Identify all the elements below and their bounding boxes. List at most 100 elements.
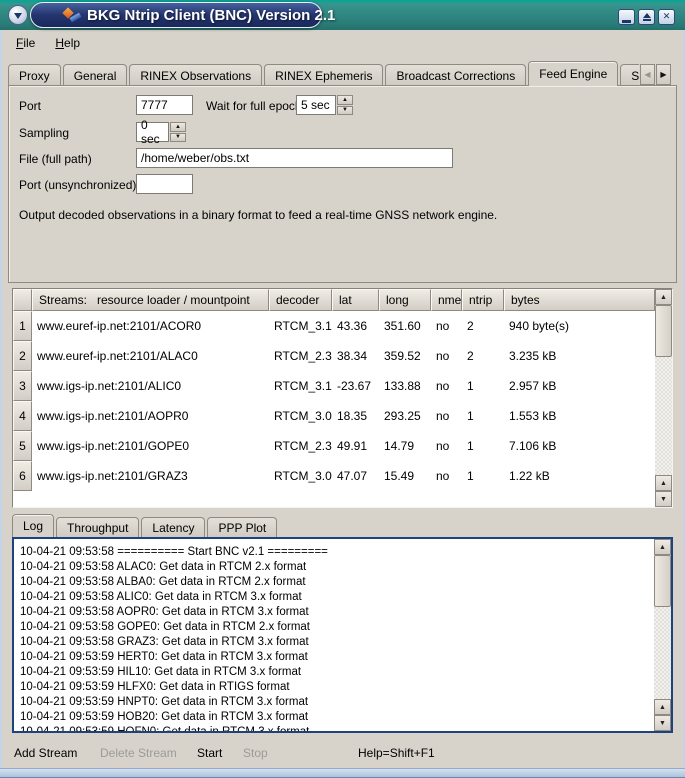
tab-scroll-right-button[interactable]: ▶: [656, 64, 671, 85]
column-header[interactable]: long: [379, 289, 431, 311]
log-tab-throughput[interactable]: Throughput: [56, 517, 139, 537]
table-row[interactable]: 1www.euref-ip.net:2101/ACOR0RTCM_3.143.3…: [13, 311, 655, 341]
scrollbar-track[interactable]: [655, 357, 672, 475]
tab-broadcast-corrections[interactable]: Broadcast Corrections: [385, 64, 526, 86]
table-corner-button[interactable]: [13, 289, 32, 311]
log-line: 10-04-21 09:53:59 HOFN0: Get data in RTC…: [20, 725, 654, 731]
feed-engine-panel: Port Wait for full epoch 5 sec ▲ ▼ Sampl…: [8, 85, 677, 283]
chevron-left-icon: ◀: [644, 70, 650, 79]
scrollbar-track[interactable]: [654, 607, 671, 699]
log-tab-latency[interactable]: Latency: [141, 517, 205, 537]
wait-epoch-label: Wait for full epoch: [206, 99, 302, 113]
streams-table: Streams: resource loader / mountpointdec…: [12, 288, 673, 508]
scroll-up-button[interactable]: ▲: [655, 289, 672, 305]
cell-lat: 49.91: [332, 431, 379, 461]
scroll-up-button-bottom[interactable]: ▲: [655, 475, 672, 491]
log-line: 10-04-21 09:53:59 HNPT0: Get data in RTC…: [20, 695, 654, 710]
port-input[interactable]: [136, 95, 193, 115]
wait-epoch-spin-down-button[interactable]: ▼: [337, 106, 353, 116]
cell-long: 14.79: [379, 431, 431, 461]
menu-item-file[interactable]: File: [12, 34, 39, 52]
cell-mountpoint: www.igs-ip.net:2101/AOPR0: [32, 401, 269, 431]
stop-button[interactable]: Stop: [243, 746, 268, 760]
cell-long: 359.52: [379, 341, 431, 371]
cell-decoder: RTCM_3.1: [269, 371, 332, 401]
column-header[interactable]: Streams: resource loader / mountpoint: [32, 289, 269, 311]
cell-decoder: RTCM_3.0: [269, 461, 332, 491]
delete-stream-button[interactable]: Delete Stream: [100, 746, 177, 760]
log-line: 10-04-21 09:53:59 HOB20: Get data in RTC…: [20, 710, 654, 725]
sampling-spin-down-button[interactable]: ▼: [170, 133, 186, 143]
scroll-down-button[interactable]: ▼: [655, 491, 672, 507]
row-number-button[interactable]: 1: [13, 311, 32, 341]
cell-nmea: no: [431, 341, 462, 371]
scroll-down-button[interactable]: ▼: [654, 715, 671, 731]
table-row[interactable]: 5www.igs-ip.net:2101/GOPE0RTCM_2.349.911…: [13, 431, 655, 461]
table-row[interactable]: 2www.euref-ip.net:2101/ALAC0RTCM_2.338.3…: [13, 341, 655, 371]
cell-bytes: 7.106 kB: [504, 431, 655, 461]
tab-scroll-left-button[interactable]: ◀: [640, 64, 655, 85]
cell-decoder: RTCM_3.0: [269, 401, 332, 431]
wait-epoch-spinbox[interactable]: 5 sec ▲ ▼: [296, 95, 353, 115]
sampling-value[interactable]: 0 sec: [136, 122, 169, 142]
table-row[interactable]: 3www.igs-ip.net:2101/ALIC0RTCM_3.1-23.67…: [13, 371, 655, 401]
scroll-up-button[interactable]: ▲: [654, 539, 671, 555]
help-hint-label: Help=Shift+F1: [358, 746, 435, 760]
tab-general[interactable]: General: [63, 64, 128, 86]
column-header[interactable]: lat: [332, 289, 379, 311]
log-area[interactable]: 10-04-21 09:53:58 ========== Start BNC v…: [12, 537, 673, 733]
streams-scrollbar[interactable]: ▲ ▲ ▼: [655, 289, 672, 507]
window-title: BKG Ntrip Client (BNC) Version 2.1: [87, 7, 335, 24]
add-stream-button[interactable]: Add Stream: [14, 746, 77, 760]
port-unsync-input[interactable]: [136, 174, 193, 194]
scrollbar-thumb[interactable]: [654, 555, 671, 607]
scroll-up-icon: ▲: [659, 704, 666, 711]
sampling-label: Sampling: [19, 126, 69, 140]
streams-header: Streams: resource loader / mountpointdec…: [13, 289, 655, 311]
column-header[interactable]: decoder: [269, 289, 332, 311]
row-number-button[interactable]: 5: [13, 431, 32, 461]
sampling-spin-up-button[interactable]: ▲: [170, 122, 186, 132]
cell-long: 351.60: [379, 311, 431, 341]
column-header[interactable]: nmea: [431, 289, 462, 311]
cell-ntrip: 1: [462, 371, 504, 401]
tab-feed-engine[interactable]: Feed Engine: [528, 61, 618, 86]
column-header[interactable]: bytes: [504, 289, 655, 311]
minimize-icon: [622, 20, 631, 23]
row-number-button[interactable]: 6: [13, 461, 32, 491]
wait-epoch-value[interactable]: 5 sec: [296, 95, 336, 115]
tab-rinex-ephemeris[interactable]: RINEX Ephemeris: [264, 64, 383, 86]
row-number-button[interactable]: 4: [13, 401, 32, 431]
row-number-button[interactable]: 2: [13, 341, 32, 371]
log-line: 10-04-21 09:53:58 ALAC0: Get data in RTC…: [20, 560, 654, 575]
scrollbar-thumb[interactable]: [655, 305, 672, 357]
tab-serial-outp[interactable]: Serial Outp: [620, 64, 639, 86]
titlebar[interactable]: BKG Ntrip Client (BNC) Version 2.1 ✕: [0, 0, 685, 30]
column-header[interactable]: ntrip: [462, 289, 504, 311]
start-button[interactable]: Start: [197, 746, 222, 760]
log-line: 10-04-21 09:53:58 GRAZ3: Get data in RTC…: [20, 635, 654, 650]
tab-proxy[interactable]: Proxy: [8, 64, 61, 86]
cell-mountpoint: www.igs-ip.net:2101/ALIC0: [32, 371, 269, 401]
maximize-button[interactable]: [638, 9, 655, 25]
log-line: 10-04-21 09:53:59 HERT0: Get data in RTC…: [20, 650, 654, 665]
file-path-input[interactable]: [136, 148, 453, 168]
tab-rinex-observations[interactable]: RINEX Observations: [129, 64, 262, 86]
window-menu-button[interactable]: [8, 5, 28, 25]
log-scrollbar[interactable]: ▲ ▲ ▼: [654, 539, 671, 731]
table-row[interactable]: 6www.igs-ip.net:2101/GRAZ3RTCM_3.047.071…: [13, 461, 655, 491]
log-tab-ppp-plot[interactable]: PPP Plot: [207, 517, 277, 537]
sampling-spinbox[interactable]: 0 sec ▲ ▼: [136, 122, 186, 142]
cell-lat: 43.36: [332, 311, 379, 341]
log-tab-log[interactable]: Log: [12, 514, 54, 537]
table-row[interactable]: 4www.igs-ip.net:2101/AOPR0RTCM_3.018.352…: [13, 401, 655, 431]
window-frame-bottom: [0, 768, 685, 777]
spin-down-icon: ▼: [342, 107, 348, 113]
row-number-button[interactable]: 3: [13, 371, 32, 401]
minimize-button[interactable]: [618, 9, 635, 25]
streams-body: 1www.euref-ip.net:2101/ACOR0RTCM_3.143.3…: [13, 311, 672, 491]
wait-epoch-spin-up-button[interactable]: ▲: [337, 95, 353, 105]
scroll-up-button-bottom[interactable]: ▲: [654, 699, 671, 715]
menu-item-help[interactable]: Help: [51, 34, 84, 52]
close-button[interactable]: ✕: [658, 9, 675, 25]
